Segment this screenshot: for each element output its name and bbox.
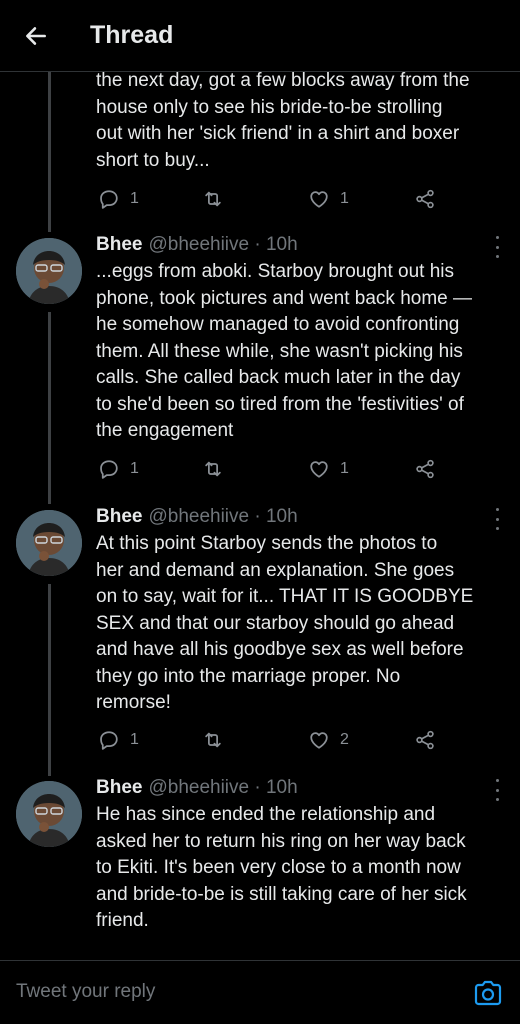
tweet-text: At this point Starboy sends the photos t… — [96, 531, 506, 717]
like-count: 2 — [340, 731, 349, 748]
reply-button[interactable]: 1 — [98, 725, 139, 755]
tweet-text: He has since ended the relationship and … — [96, 802, 506, 935]
tweet-text-line: calls. She called back much later in the… — [96, 367, 461, 388]
tweet-meta: Bhee @bheehiive · 10h — [96, 503, 298, 531]
thread-line — [48, 312, 51, 504]
avatar[interactable] — [16, 781, 82, 847]
reply-button[interactable]: 1 — [98, 454, 139, 484]
tweet-actions: 1 2 — [96, 725, 476, 755]
share-icon — [416, 189, 434, 209]
tweet-text-line: He has since ended the relationship and — [96, 804, 436, 825]
retweet-icon — [205, 732, 221, 748]
like-icon — [310, 732, 328, 749]
tweet-text-line: At this point Starboy sends the photos t… — [96, 533, 438, 554]
tweet-text-line: to she'd been so tired from the 'festivi… — [96, 393, 464, 415]
reply-count: 1 — [130, 460, 139, 477]
tweet-actions: 1 1 — [96, 454, 476, 484]
tweet-text: ...eggs from aboki. Starboy brought out … — [96, 259, 506, 445]
tweet-text-line: out with her 'sick friend' in a shirt an… — [96, 123, 460, 144]
share-button[interactable] — [414, 454, 436, 484]
more-icon[interactable] — [490, 236, 504, 258]
page-title: Thread — [90, 21, 174, 49]
reply-icon — [100, 731, 118, 750]
tweet-meta: Bhee @bheehiive · 10h — [96, 774, 298, 802]
more-icon[interactable] — [490, 508, 504, 530]
avatar[interactable] — [16, 510, 82, 576]
reply-count: 1 — [130, 190, 139, 207]
back-button[interactable] — [0, 0, 72, 72]
tweet-actions: 1 1 — [96, 184, 476, 214]
like-button[interactable]: 1 — [308, 184, 349, 214]
reply-bar: Tweet your reply — [0, 960, 520, 1024]
tweet-text-line: ...eggs from aboki. Starboy brought out … — [96, 261, 455, 282]
share-icon — [416, 459, 434, 479]
tweet-text-line: to Ekiti. It's been very close to a mont… — [96, 857, 461, 878]
reply-icon — [100, 190, 118, 209]
like-count: 1 — [340, 460, 349, 477]
avatar[interactable] — [16, 238, 82, 304]
reply-count: 1 — [130, 731, 139, 748]
retweet-icon — [205, 461, 221, 477]
like-count: 1 — [340, 190, 349, 207]
like-icon — [310, 461, 328, 478]
tweet-meta: Bhee @bheehiive · 10h — [96, 231, 298, 259]
tweet-text-line: and have all his goodbye sex as well bef… — [96, 639, 464, 660]
retweet-button[interactable] — [202, 184, 224, 214]
author-name[interactable]: Bhee — [96, 777, 142, 799]
camera-button[interactable] — [473, 979, 503, 1007]
thread-line — [48, 72, 51, 232]
tweet-text-line: phone, took pictures and went back home … — [96, 287, 473, 309]
tweet-text-line: and bride-to-be is still taking care of … — [96, 883, 467, 905]
like-icon — [310, 191, 328, 208]
retweet-button[interactable] — [202, 725, 224, 755]
tweet-text-line: they go into the marriage proper. No — [96, 665, 401, 687]
retweet-icon — [205, 191, 221, 207]
user-avatar-image — [16, 510, 82, 576]
reply-icon — [100, 460, 118, 479]
share-button[interactable] — [414, 725, 436, 755]
author-name[interactable]: Bhee — [96, 506, 142, 528]
share-button[interactable] — [414, 184, 436, 214]
camera-icon — [474, 980, 502, 1006]
tweet-text-line: her and demand an explanation. She goes — [96, 559, 455, 581]
tweet-text-line: he somehow managed to avoid confronting — [96, 314, 460, 335]
author-name[interactable]: Bhee — [96, 234, 142, 256]
tweet-text-line: remorse! — [96, 692, 171, 713]
more-icon[interactable] — [490, 779, 504, 801]
author-handle-time[interactable]: @bheehiive · 10h — [148, 234, 297, 256]
top-bar: Thread — [0, 0, 520, 72]
tweet-text-line: on to say, wait for it... THAT IT IS GOO… — [96, 586, 474, 607]
like-button[interactable]: 2 — [308, 725, 349, 755]
retweet-button[interactable] — [202, 454, 224, 484]
share-icon — [416, 730, 434, 750]
tweet-text-line: house only to see his bride-to-be stroll… — [96, 96, 443, 118]
author-handle-time[interactable]: @bheehiive · 10h — [148, 506, 297, 528]
tweet-text: the next day, got a few blocks away from… — [96, 68, 506, 174]
user-avatar-image — [16, 238, 82, 304]
tweet-text-line: them. All these while, she wasn't pickin… — [96, 340, 463, 362]
tweet-text-line: SEX and that our starboy should go ahead — [96, 612, 455, 634]
back-arrow-icon — [26, 26, 46, 45]
user-avatar-image — [16, 781, 82, 847]
reply-button[interactable]: 1 — [98, 184, 139, 214]
tweet-text-line: the engagement — [96, 420, 234, 441]
tweet-text-line: short to buy... — [96, 149, 210, 171]
tweet-text-line: friend. — [96, 910, 149, 931]
author-handle-time[interactable]: @bheehiive · 10h — [148, 777, 297, 799]
tweet-text-line: asked her to return his ring on her way … — [96, 830, 466, 852]
thread-line — [48, 584, 51, 776]
like-button[interactable]: 1 — [308, 454, 349, 484]
reply-input[interactable]: Tweet your reply — [16, 981, 155, 1003]
